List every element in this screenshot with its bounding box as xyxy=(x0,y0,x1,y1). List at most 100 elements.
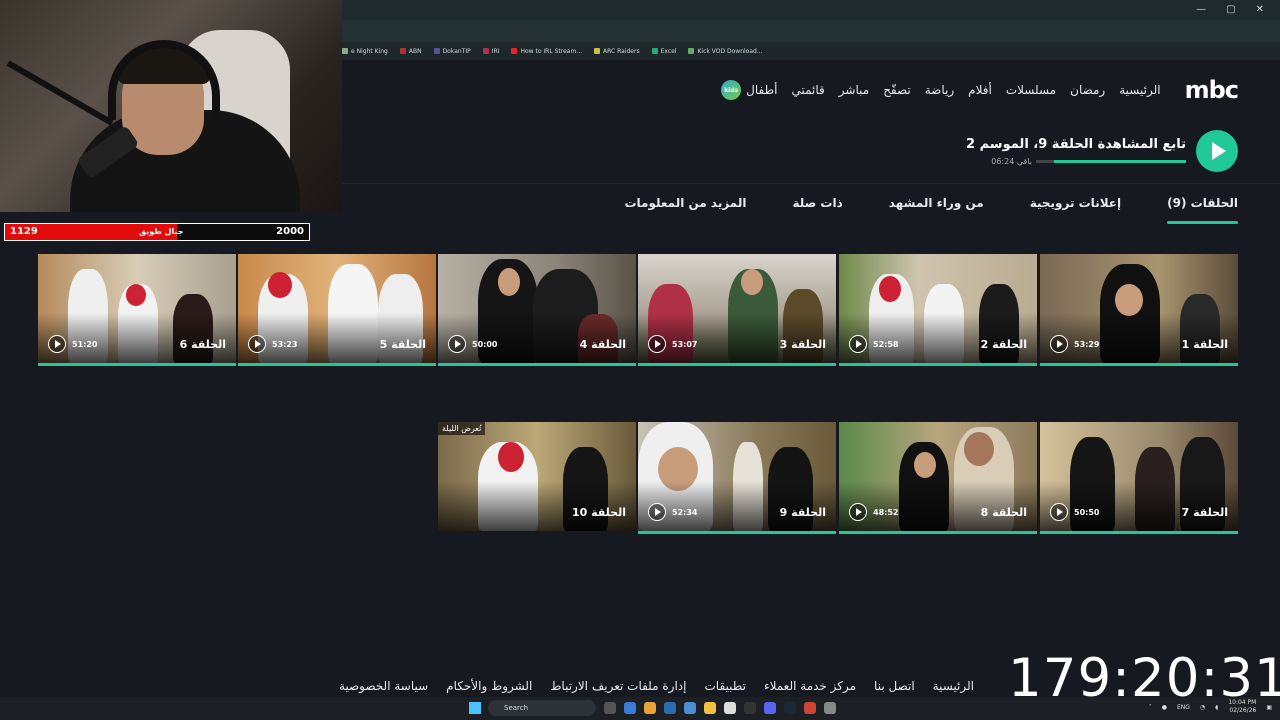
discord-icon[interactable] xyxy=(764,702,776,714)
volume-icon[interactable]: ◖ xyxy=(1215,704,1218,711)
bookmark-icon xyxy=(594,48,601,54)
nav-item-ramadan[interactable]: رمضان xyxy=(1070,83,1105,97)
nav-item-kids[interactable]: kids أطفال xyxy=(721,80,778,100)
episode-card[interactable]: الحلقة 6 51:20 xyxy=(38,254,236,366)
episode-card[interactable]: تُعرض الليلة الحلقة 10 xyxy=(438,422,636,534)
site-footer: الرئيسية اتصل بنا مركز خدمة العملاء تطبي… xyxy=(339,679,974,693)
play-icon[interactable] xyxy=(1196,130,1238,172)
continue-watching[interactable]: تابع المشاهدة الحلقة 9، الموسم 2 06:24 ب… xyxy=(966,130,1238,172)
episode-duration: 48:52 xyxy=(873,508,899,517)
nav-item-mylist[interactable]: قائمتي xyxy=(792,83,825,97)
taskbar-search[interactable]: Search xyxy=(488,700,596,716)
nav-item-live[interactable]: مباشر xyxy=(839,83,869,97)
window-controls: — ▢ ✕ xyxy=(1196,4,1264,15)
kids-icon: kids xyxy=(721,80,742,100)
task-view-icon[interactable] xyxy=(604,702,616,714)
windows-start-icon[interactable] xyxy=(469,702,481,714)
notification-icon[interactable]: ▣ xyxy=(1266,704,1272,711)
episode-title: الحلقة 10 xyxy=(571,506,626,519)
youtube-icon xyxy=(511,48,518,54)
play-icon[interactable] xyxy=(448,335,466,353)
footer-link-home[interactable]: الرئيسية xyxy=(933,679,974,693)
play-icon[interactable] xyxy=(48,335,66,353)
episode-card[interactable]: الحلقة 7 50:50 xyxy=(1040,422,1238,534)
bookmark-icon xyxy=(688,48,695,54)
tab-episodes[interactable]: الحلقات (9) xyxy=(1167,196,1238,224)
episode-duration: 50:00 xyxy=(472,340,498,349)
episode-card[interactable]: الحلقة 2 52:58 xyxy=(839,254,1037,366)
play-icon[interactable] xyxy=(849,503,867,521)
episode-title: الحلقة 7 xyxy=(1181,506,1228,519)
footer-link-terms[interactable]: الشروط والأحكام xyxy=(446,679,532,693)
episode-card[interactable]: الحلقة 4 50:00 xyxy=(438,254,636,366)
episode-title: الحلقة 4 xyxy=(579,338,626,351)
minimize-icon[interactable]: — xyxy=(1196,4,1206,15)
continue-title: تابع المشاهدة الحلقة 9، الموسم 2 xyxy=(966,136,1186,152)
episode-title: الحلقة 5 xyxy=(379,338,426,351)
chevron-up-icon[interactable]: ˄ xyxy=(1149,704,1152,711)
footer-link-support[interactable]: مركز خدمة العملاء xyxy=(764,679,856,693)
tab-trailers[interactable]: إعلانات ترويجية xyxy=(1030,196,1121,224)
bookmark-item[interactable]: e Night King xyxy=(342,48,388,55)
nav-item-sports[interactable]: رياضة xyxy=(925,83,954,97)
goal-target: 2000 xyxy=(276,226,304,237)
mic-icon[interactable]: ● xyxy=(1162,704,1167,711)
tab-more-info[interactable]: المزيد من المعلومات xyxy=(624,196,746,224)
bookmark-label: e Night King xyxy=(351,47,388,55)
episode-card[interactable]: الحلقة 8 48:52 xyxy=(839,422,1037,534)
episode-card[interactable]: الحلقة 3 53:07 xyxy=(638,254,836,366)
episode-card[interactable]: الحلقة 9 52:34 xyxy=(638,422,836,534)
app-icon[interactable] xyxy=(804,702,816,714)
footer-link-contact[interactable]: اتصل بنا xyxy=(874,679,915,693)
bookmark-item[interactable]: ARC Raiders xyxy=(594,48,640,55)
app-icon[interactable] xyxy=(744,702,756,714)
episode-duration: 53:29 xyxy=(1074,340,1100,349)
episode-card[interactable]: الحلقة 5 53:23 xyxy=(238,254,436,366)
tab-behind-scenes[interactable]: من وراء المشهد xyxy=(889,196,984,224)
main-nav: mbc الرئيسية رمضان مسلسلات أفلام رياضة ت… xyxy=(721,76,1239,104)
footer-link-apps[interactable]: تطبيقات xyxy=(704,679,745,693)
store-icon[interactable] xyxy=(724,702,736,714)
copilot-icon[interactable] xyxy=(624,702,636,714)
app-icon[interactable] xyxy=(824,702,836,714)
header-divider xyxy=(342,183,1280,184)
steam-icon[interactable] xyxy=(784,702,796,714)
nav-item-movies[interactable]: أفلام xyxy=(968,83,992,97)
bookmark-icon xyxy=(433,48,440,54)
webcam-overlay xyxy=(0,0,342,212)
bookmark-item[interactable]: IRI xyxy=(482,48,499,55)
play-icon[interactable] xyxy=(849,335,867,353)
episode-duration: 53:07 xyxy=(672,340,698,349)
folder-icon[interactable] xyxy=(704,702,716,714)
close-icon[interactable]: ✕ xyxy=(1256,4,1264,15)
episode-card[interactable]: الحلقة 1 53:29 xyxy=(1040,254,1238,366)
bookmark-item[interactable]: DokanTIP xyxy=(433,48,471,55)
bookmark-item[interactable]: Excel xyxy=(651,48,676,55)
play-icon[interactable] xyxy=(1050,335,1068,353)
browser-icon[interactable] xyxy=(684,702,696,714)
play-icon[interactable] xyxy=(1050,503,1068,521)
continue-progress-row: 06:24 باقي xyxy=(966,157,1186,166)
episode-title: الحلقة 2 xyxy=(980,338,1027,351)
edge-icon[interactable] xyxy=(664,702,676,714)
play-icon[interactable] xyxy=(648,335,666,353)
mbc-logo[interactable]: mbc xyxy=(1185,76,1239,104)
language-indicator[interactable]: ENG xyxy=(1177,704,1190,711)
wifi-icon[interactable]: ◔ xyxy=(1200,704,1205,711)
tab-related[interactable]: ذات صلة xyxy=(792,196,842,224)
episode-duration: 52:58 xyxy=(873,340,899,349)
bookmark-item[interactable]: ABN xyxy=(399,48,422,55)
maximize-icon[interactable]: ▢ xyxy=(1226,4,1235,15)
play-icon[interactable] xyxy=(248,335,266,353)
taskbar-clock[interactable]: 10:04 PM 02/26/26 xyxy=(1228,699,1256,715)
play-icon[interactable] xyxy=(648,503,666,521)
bookmark-item[interactable]: Kick VOD Download... xyxy=(688,48,763,55)
excel-icon xyxy=(651,48,658,54)
nav-item-home[interactable]: الرئيسية xyxy=(1119,83,1160,97)
nav-item-browse[interactable]: تصفّح xyxy=(883,83,911,97)
nav-item-series[interactable]: مسلسلات xyxy=(1006,83,1056,97)
bookmark-item[interactable]: How to IRL Stream... xyxy=(511,48,582,55)
chrome-icon[interactable] xyxy=(644,702,656,714)
footer-link-cookies[interactable]: إدارة ملفات تعريف الارتباط xyxy=(550,679,686,693)
footer-link-privacy[interactable]: سياسة الخصوصية xyxy=(339,679,428,693)
